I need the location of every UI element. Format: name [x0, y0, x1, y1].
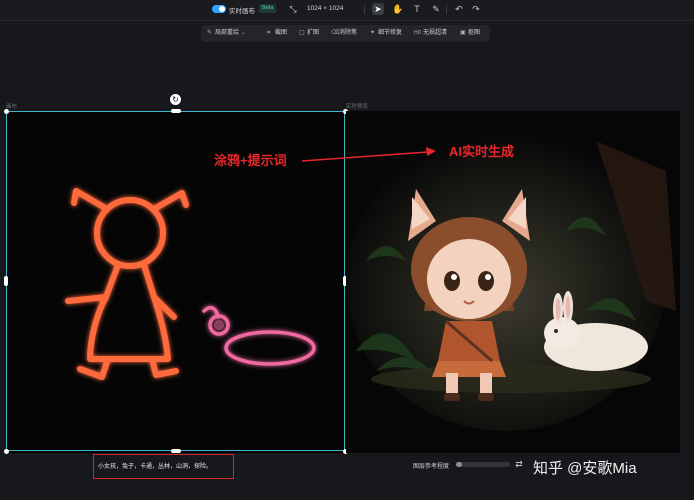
annotation-arrow [301, 147, 436, 162]
top-toolbar [0, 0, 694, 21]
beta-badge: Beta [259, 4, 277, 13]
annotation-right: AI实时生成 [449, 144, 515, 159]
crop-label: 截图 [275, 30, 288, 36]
upscale-label: 无损超清 [423, 30, 448, 36]
reference-strength-slider[interactable] [456, 462, 510, 467]
hd-icon: HD [414, 30, 422, 36]
cutout-button[interactable]: ▣ 抠图 [460, 29, 480, 38]
resize-handle-top[interactable] [171, 109, 181, 113]
redo-icon[interactable]: ↷ [470, 3, 482, 15]
outpaint-button[interactable]: ▢ 扩图 [299, 29, 319, 38]
crop-icon: ⌗ [267, 30, 271, 36]
select-tool-icon[interactable]: ➤ [372, 3, 384, 15]
shuffle-icon[interactable]: ⇄ [513, 458, 525, 470]
resize-icon[interactable]: ⤡ [287, 3, 299, 15]
expand-icon: ▢ [299, 30, 305, 36]
prompt-input[interactable]: 小女孩，兔子，卡通，丛林，山洞，探险。 [98, 461, 212, 470]
resize-handle-bottom[interactable] [171, 449, 181, 453]
hand-tool-icon[interactable]: ✋ [392, 3, 404, 15]
selection-frame[interactable] [6, 111, 345, 451]
rotate-handle-icon[interactable]: ↻ [170, 94, 181, 105]
eraser-button[interactable]: ⌫消除笔 [331, 29, 357, 38]
magic-icon: ✦ [370, 30, 376, 36]
brush-tool-icon[interactable]: ✎ [430, 3, 442, 15]
detail-repair-label: 细节修复 [378, 30, 403, 36]
cutout-label: 抠图 [468, 30, 481, 36]
realtime-canvas-label: 实时画布 [229, 8, 255, 15]
inpaint-button[interactable]: ✎ 局部重绘 ⌄ [207, 29, 246, 38]
eraser-icon: ⌫ [331, 30, 340, 36]
annotation-left: 涂鸦+提示词 [214, 153, 287, 168]
preview-label: 实时预览 [346, 104, 369, 110]
watermark: 知乎 @安歌Mia [533, 460, 637, 477]
brush-icon: ✎ [207, 30, 213, 36]
toolbar-divider [364, 5, 365, 14]
resize-handle-top-left[interactable] [4, 109, 9, 114]
reference-strength-fill [456, 462, 462, 467]
resize-handle-bottom-left[interactable] [4, 449, 9, 454]
crop-button[interactable]: ⌗ 截图 [267, 29, 287, 38]
undo-icon[interactable]: ↶ [453, 3, 465, 15]
reference-strength-label: 图层参考程度 [413, 464, 450, 470]
realtime-canvas-toggle[interactable] [212, 5, 226, 13]
inpaint-label: 局部重绘 [215, 30, 240, 36]
upscale-button[interactable]: HD 无损超清 [414, 29, 447, 38]
resize-handle-left[interactable] [4, 276, 8, 286]
toolbar-divider [446, 5, 447, 14]
canvas-size-label[interactable]: 1024 × 1024 [307, 5, 343, 12]
detail-repair-button[interactable]: ✦ 细节修复 [370, 29, 402, 38]
text-tool-icon[interactable]: T [411, 3, 423, 15]
cutout-icon: ▣ [460, 30, 466, 36]
outpaint-label: 扩图 [307, 30, 320, 36]
eraser-label: 消除笔 [339, 30, 358, 36]
